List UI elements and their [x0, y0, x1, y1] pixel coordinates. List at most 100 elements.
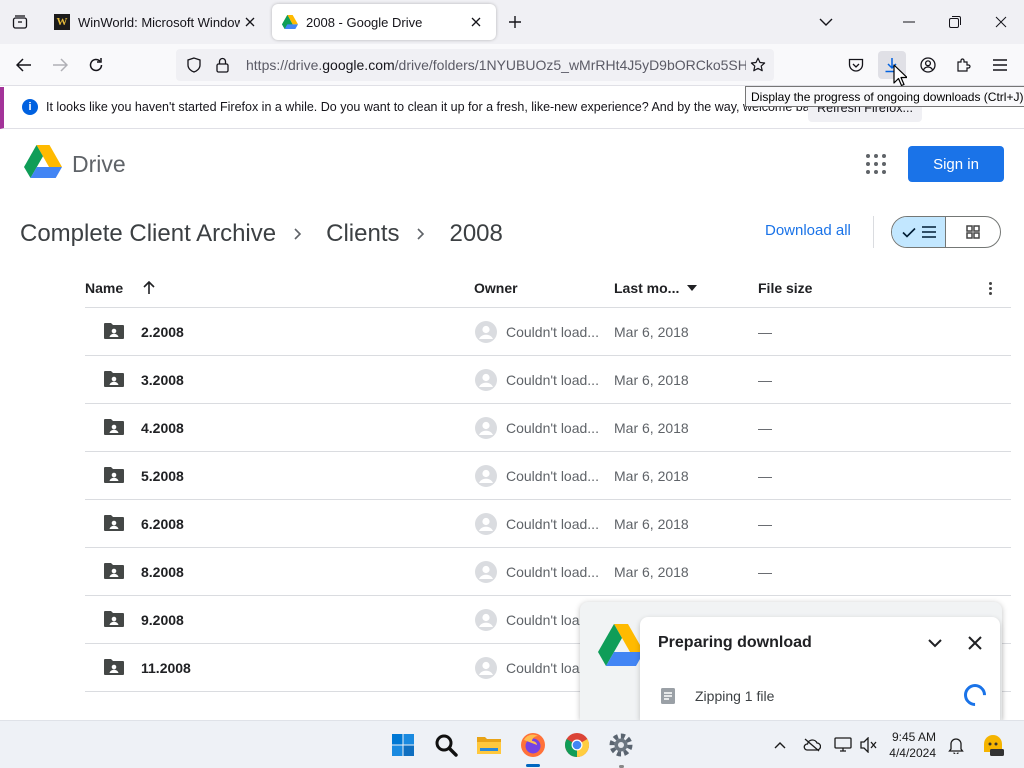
owner-text: Couldn't load...	[506, 420, 599, 436]
file-size-text: —	[758, 372, 772, 388]
clock-date: 4/4/2024	[889, 746, 936, 760]
chevron-right-icon	[417, 228, 425, 240]
hamburger-menu-icon[interactable]	[986, 51, 1014, 79]
download-item-status: Zipping 1 file	[695, 688, 775, 704]
close-window-icon[interactable]	[987, 8, 1015, 36]
info-icon: i	[22, 99, 38, 115]
list-view-button[interactable]	[892, 217, 947, 247]
system-clock[interactable]: 9:45 AM 4/4/2024	[886, 729, 936, 761]
file-name[interactable]: 3.2008	[141, 372, 184, 388]
reload-icon[interactable]	[82, 51, 110, 79]
address-bar[interactable]: https://drive.google.com/drive/folders/1…	[176, 49, 774, 81]
drive-logo-text[interactable]: Drive	[72, 151, 126, 178]
file-size-text: —	[758, 468, 772, 484]
minimize-icon[interactable]	[895, 8, 923, 36]
view-toggle	[891, 216, 1001, 248]
restore-icon[interactable]	[941, 8, 969, 36]
onedrive-offline-icon[interactable]	[802, 735, 822, 755]
file-name[interactable]: 8.2008	[141, 564, 184, 580]
owner-text: Couldn't load...	[506, 324, 599, 340]
breadcrumb-current[interactable]: 2008	[449, 220, 502, 248]
tab-title: 2008 - Google Drive	[306, 14, 423, 30]
url-text: https://drive.google.com/drive/folders/1…	[246, 57, 746, 73]
notification-message: It looks like you haven't started Firefo…	[46, 100, 826, 114]
shared-folder-icon	[103, 610, 125, 631]
bookmark-star-icon[interactable]	[746, 53, 770, 77]
file-name[interactable]: 4.2008	[141, 420, 184, 436]
chrome-icon[interactable]	[563, 731, 591, 759]
downloads-tooltip: Display the progress of ongoing download…	[745, 86, 1024, 107]
table-row[interactable]: 3.2008 Couldn't load... Mar 6, 2018 —	[85, 356, 1011, 404]
back-arrow-icon[interactable]	[10, 51, 38, 79]
more-vert-icon[interactable]	[980, 278, 1000, 298]
list-all-tabs-icon[interactable]	[812, 8, 840, 36]
breadcrumb-item[interactable]: Clients	[326, 220, 399, 248]
last-modified-text: Mar 6, 2018	[614, 468, 689, 484]
file-size-text: —	[758, 564, 772, 580]
file-name[interactable]: 2.2008	[141, 324, 184, 340]
winworld-icon: W	[54, 14, 70, 30]
forward-arrow-icon[interactable]	[46, 51, 74, 79]
tab-google-drive[interactable]: 2008 - Google Drive	[272, 4, 496, 40]
chevron-down-icon[interactable]	[924, 632, 946, 654]
extensions-icon[interactable]	[950, 51, 978, 79]
loading-spinner-icon	[959, 679, 991, 711]
download-panel: Preparing download Zipping 1 file	[640, 617, 1000, 720]
lock-icon[interactable]	[212, 57, 232, 73]
owner-avatar-icon	[475, 321, 497, 343]
network-icon[interactable]	[833, 735, 853, 755]
close-icon[interactable]	[964, 632, 986, 654]
file-name[interactable]: 11.2008	[141, 660, 191, 676]
firefox-icon[interactable]	[519, 731, 547, 759]
sort-arrow-up-icon[interactable]	[143, 281, 155, 295]
column-file-size[interactable]: File size	[758, 280, 812, 296]
google-drive-logo-icon[interactable]	[24, 145, 62, 184]
account-icon[interactable]	[914, 51, 942, 79]
tracking-protection-shield-icon[interactable]	[184, 57, 204, 73]
new-tab-icon[interactable]	[503, 10, 527, 34]
grid-view-button[interactable]	[946, 217, 1000, 247]
table-row[interactable]: 8.2008 Couldn't load... Mar 6, 2018 —	[85, 548, 1011, 596]
document-icon	[660, 687, 676, 710]
owner-avatar-icon	[475, 417, 497, 439]
close-tab-icon[interactable]	[240, 12, 260, 32]
owner-text: Couldn't load...	[506, 468, 599, 484]
google-apps-grid-icon[interactable]	[862, 150, 890, 178]
table-row[interactable]: 5.2008 Couldn't load... Mar 6, 2018 —	[85, 452, 1011, 500]
table-row[interactable]: 2.2008 Couldn't load... Mar 6, 2018 —	[85, 308, 1011, 356]
url-prefix: https://drive.	[246, 57, 323, 73]
tab-winworld[interactable]: W WinWorld: Microsoft Windows	[44, 4, 270, 40]
file-size-text: —	[758, 516, 772, 532]
notification-bell-icon[interactable]	[946, 735, 966, 755]
search-icon[interactable]	[432, 731, 460, 759]
last-modified-text: Mar 6, 2018	[614, 324, 689, 340]
sign-in-button[interactable]: Sign in	[908, 146, 1004, 182]
volume-muted-icon[interactable]	[859, 735, 879, 755]
last-modified-text: Mar 6, 2018	[614, 564, 689, 580]
download-all-button[interactable]: Download all	[765, 222, 851, 239]
column-owner[interactable]: Owner	[474, 280, 518, 296]
windows-start-icon[interactable]	[389, 731, 417, 759]
shared-folder-icon	[103, 466, 125, 487]
chevron-up-icon[interactable]	[770, 735, 790, 755]
file-explorer-icon[interactable]	[475, 731, 503, 759]
column-name[interactable]: Name	[85, 280, 155, 296]
drive-header: Drive Sign in	[0, 130, 1024, 198]
owner-text: Couldn't load...	[506, 372, 599, 388]
tab-list-icon[interactable]	[8, 10, 32, 34]
close-tab-icon[interactable]	[466, 12, 486, 32]
column-owner-label: Owner	[474, 280, 518, 296]
caret-down-icon[interactable]	[687, 285, 698, 291]
breadcrumb-item[interactable]: Complete Client Archive	[20, 220, 276, 248]
table-row[interactable]: 4.2008 Couldn't load... Mar 6, 2018 —	[85, 404, 1011, 452]
divider	[873, 216, 874, 248]
file-name[interactable]: 6.2008	[141, 516, 184, 532]
google-drive-logo-icon	[598, 624, 644, 681]
file-name[interactable]: 5.2008	[141, 468, 184, 484]
file-name[interactable]: 9.2008	[141, 612, 184, 628]
pocket-icon[interactable]	[842, 51, 870, 79]
copilot-preview-icon[interactable]	[981, 733, 1005, 757]
column-last-modified[interactable]: Last mo...	[614, 280, 698, 296]
settings-gear-icon[interactable]	[607, 731, 635, 759]
table-row[interactable]: 6.2008 Couldn't load... Mar 6, 2018 —	[85, 500, 1011, 548]
